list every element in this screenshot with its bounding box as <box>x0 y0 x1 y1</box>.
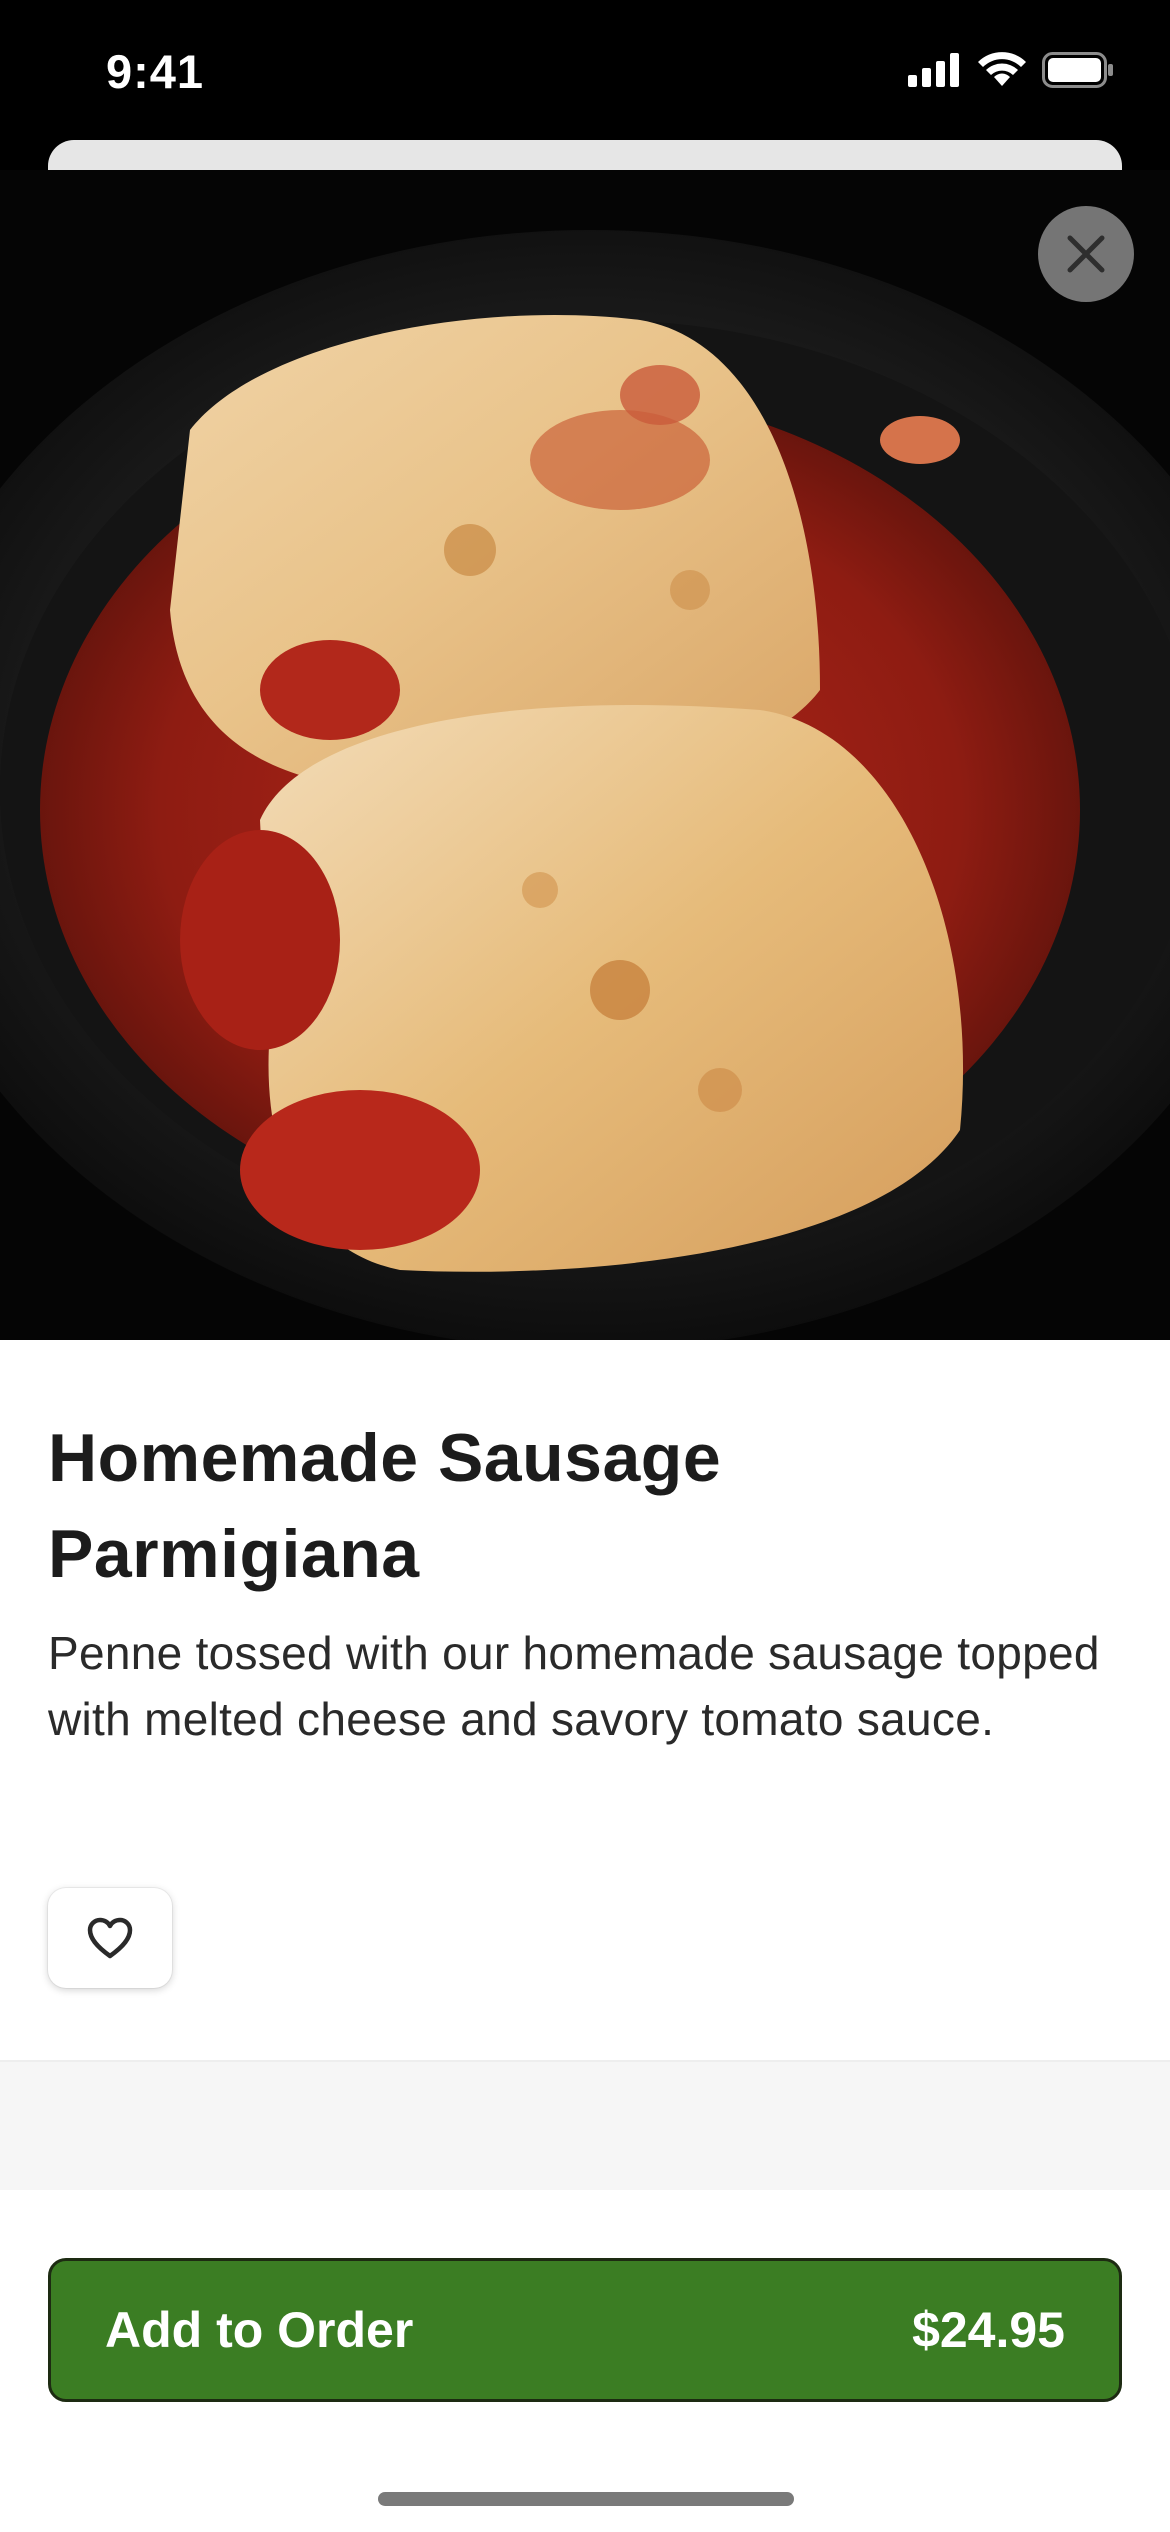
item-title: Homemade Sausage Parmigiana <box>48 1410 1122 1602</box>
home-indicator <box>378 2492 794 2506</box>
order-footer: Add to Order $24.95 <box>0 2190 1170 2532</box>
status-time: 9:41 <box>106 45 205 98</box>
food-photo <box>0 170 1170 1340</box>
item-description: Penne tossed with our homemade sausage t… <box>48 1627 1100 1745</box>
item-title-line-2: Parmigiana <box>48 1516 420 1592</box>
food-photo-illustration <box>0 170 1170 1340</box>
add-to-order-button[interactable]: Add to Order $24.95 <box>48 2258 1122 2402</box>
item-sheet: Homemade Sausage Parmigiana Penne tossed… <box>0 170 1170 2532</box>
section-divider <box>0 2060 1170 2192</box>
status-icons <box>908 52 1114 88</box>
item-details: Homemade Sausage Parmigiana Penne tossed… <box>48 1410 1122 1752</box>
close-button[interactable] <box>1038 206 1134 302</box>
status-bar: 9:41 <box>0 0 1170 140</box>
cellular-signal-icon <box>908 53 959 87</box>
item-title-line-1: Homemade Sausage <box>48 1420 722 1496</box>
wifi-icon <box>978 52 1026 86</box>
battery-icon <box>1042 52 1113 88</box>
heart-outline-icon <box>87 1917 133 1959</box>
item-detail-screen: 9:41 Homemade Sausage Parmigiana Penne t… <box>0 0 1170 2532</box>
favorite-button[interactable] <box>48 1888 172 1988</box>
add-to-order-label: Add to Order <box>105 2302 414 2358</box>
close-icon <box>1067 235 1105 273</box>
item-price: $24.95 <box>912 2302 1065 2358</box>
